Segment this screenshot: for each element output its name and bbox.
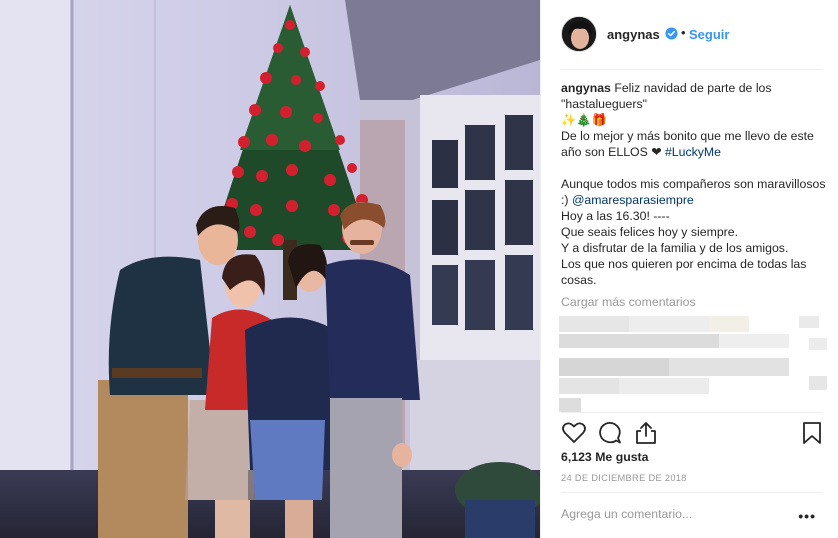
verified-badge-icon — [665, 27, 678, 40]
post-actions — [561, 420, 823, 446]
mention-link[interactable]: @amaresparasiempre — [572, 193, 694, 207]
christmas-group-photo — [0, 0, 540, 538]
likes-count[interactable]: 6,123 Me gusta — [561, 450, 648, 464]
post-caption: angynas Feliz navidad de parte de los "h… — [561, 80, 831, 288]
more-options-icon[interactable]: ••• — [798, 508, 816, 524]
caption-line5: Que seais felices hoy y siempre. — [561, 225, 739, 239]
caption-emoji: ✨🎄🎁 — [561, 113, 607, 127]
share-icon[interactable] — [633, 420, 659, 446]
avatar-image — [562, 17, 596, 51]
load-more-comments[interactable]: Cargar más comentarios — [561, 295, 696, 309]
comment-input[interactable]: Agrega un comentario... — [561, 507, 692, 521]
comment-icon[interactable] — [597, 420, 623, 446]
post-side-panel: angynas • Seguir angynas Feliz navidad d… — [540, 0, 838, 538]
heart-icon[interactable] — [561, 420, 587, 446]
separator-dot: • — [681, 25, 686, 40]
caption-line4: Hoy a las 16.30! ---- — [561, 209, 670, 223]
header-divider — [561, 69, 822, 70]
caption-line7: Los que nos quieren por encima de todas … — [561, 257, 807, 287]
follow-button[interactable]: Seguir — [689, 27, 729, 42]
hashtag-link[interactable]: #LuckyMe — [665, 145, 721, 159]
blurred-comments — [559, 316, 827, 412]
actions-divider — [561, 412, 822, 413]
caption-username[interactable]: angynas — [561, 81, 611, 95]
post-photo[interactable] — [0, 0, 540, 538]
caption-spacer — [561, 160, 831, 176]
username-link[interactable]: angynas — [607, 27, 660, 42]
bookmark-icon[interactable] — [799, 420, 825, 446]
comment-divider — [561, 492, 822, 493]
post-date[interactable]: 24 DE DICIEMBRE DE 2018 — [561, 473, 687, 483]
avatar[interactable] — [561, 16, 597, 52]
caption-line6: Y a disfrutar de la familia y de los ami… — [561, 241, 789, 255]
